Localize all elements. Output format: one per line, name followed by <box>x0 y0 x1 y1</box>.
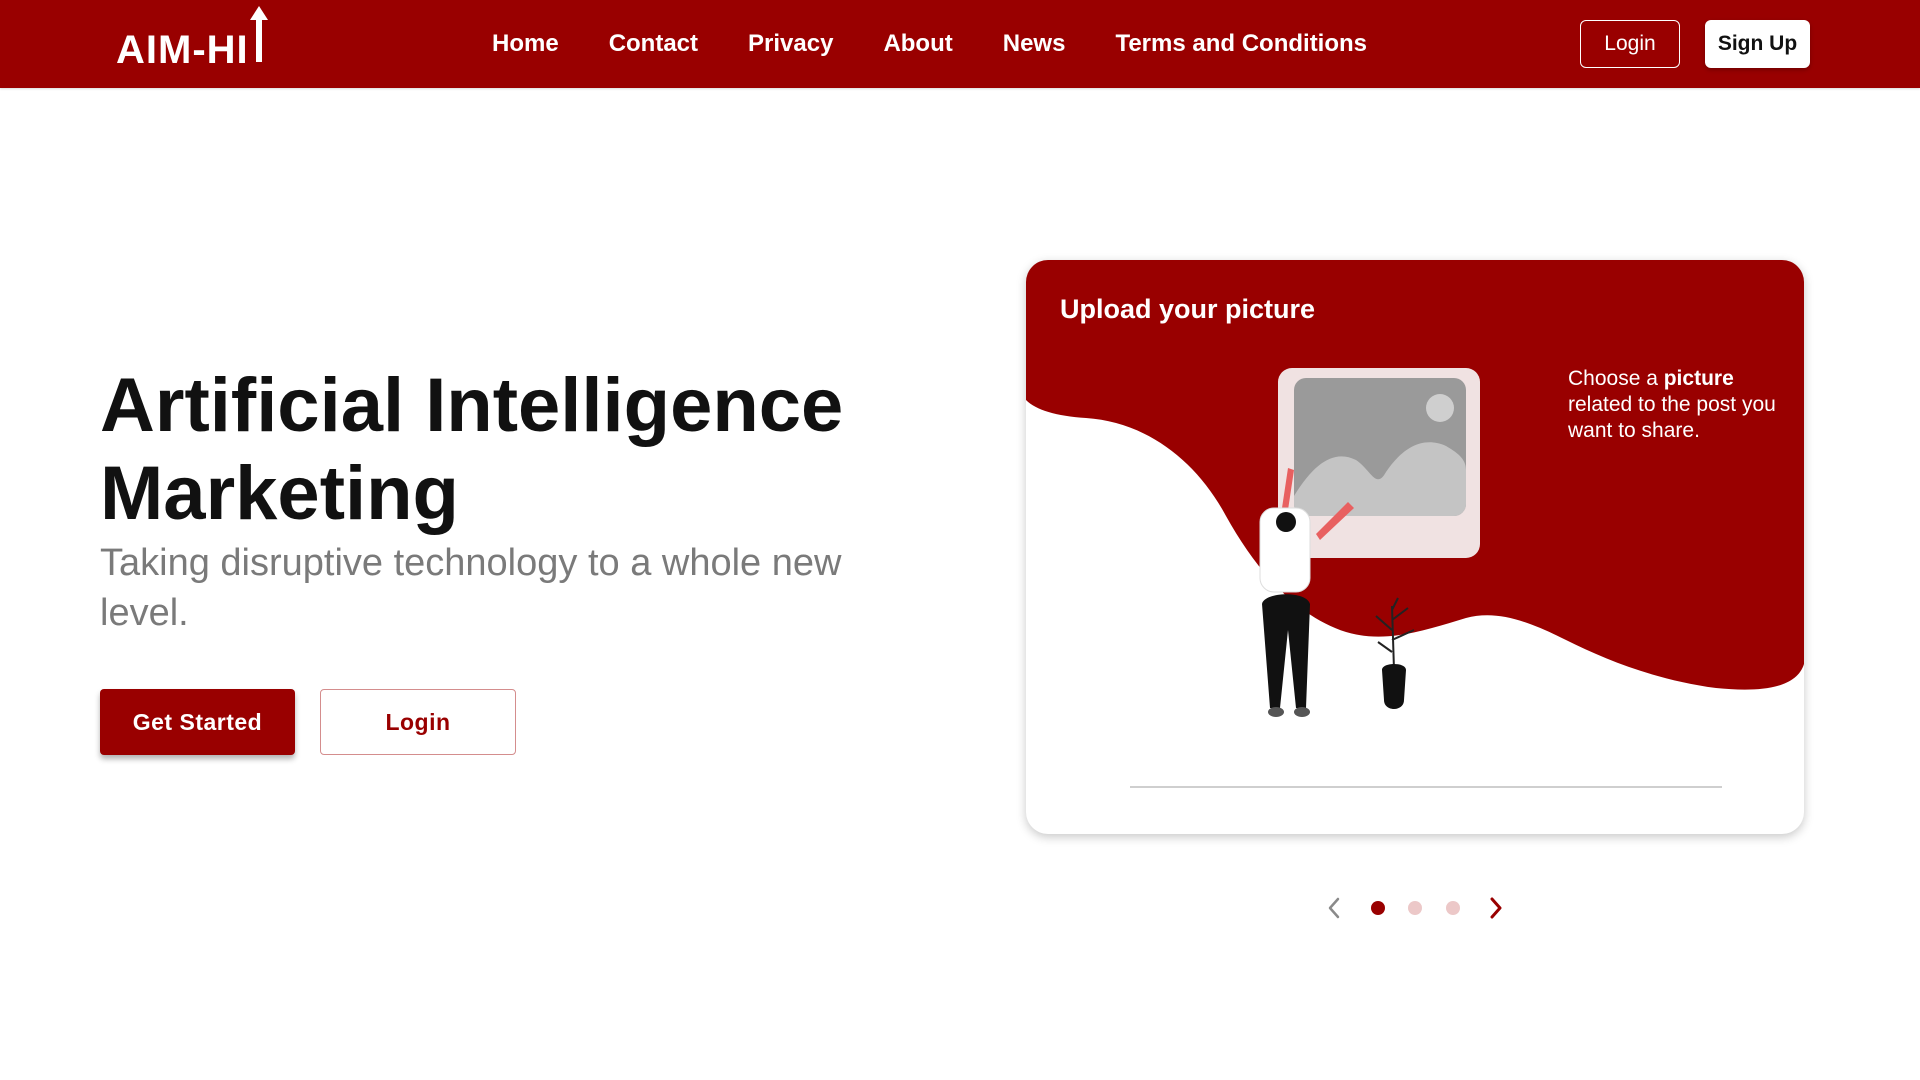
hero-title: Artificial Intelligence Marketing <box>100 362 860 538</box>
logo-text: AIM-HI <box>116 28 249 72</box>
carousel-dot-1[interactable] <box>1371 901 1385 915</box>
nav-link-terms[interactable]: Terms and Conditions <box>1115 30 1367 58</box>
carousel-slide-card: Upload your picture Choose a picture rel… <box>1026 260 1804 834</box>
hero-title-line2: Marketing <box>100 451 459 536</box>
nav-link-news[interactable]: News <box>1003 30 1066 58</box>
hero-title-line1: Artificial Intelligence <box>100 363 844 448</box>
nav-login-button[interactable]: Login <box>1580 20 1680 68</box>
nav-link-about[interactable]: About <box>883 30 952 58</box>
nav-link-contact[interactable]: Contact <box>609 30 698 58</box>
nav-link-home[interactable]: Home <box>492 30 559 58</box>
carousel-dot-2[interactable] <box>1408 901 1422 915</box>
top-navbar: AIM-HI Home Contact Privacy About News T… <box>0 0 1920 88</box>
chevron-right-icon <box>1490 897 1502 919</box>
nav-link-privacy[interactable]: Privacy <box>748 30 833 58</box>
hero-subtitle: Taking disruptive technology to a whole … <box>100 542 842 634</box>
get-started-button[interactable]: Get Started <box>100 689 295 755</box>
hero-login-button[interactable]: Login <box>320 689 516 755</box>
potted-plant <box>1375 597 1415 709</box>
carousel-next-button[interactable] <box>1484 894 1508 922</box>
logo[interactable]: AIM-HI <box>116 6 276 72</box>
logo-arrow-icon <box>250 6 268 62</box>
chevron-left-icon <box>1328 897 1340 919</box>
nav-signup-button[interactable]: Sign Up <box>1705 20 1810 68</box>
carousel-prev-button[interactable] <box>1322 894 1346 922</box>
upload-illustration <box>1259 368 1480 717</box>
nav-links: Home Contact Privacy About News Terms an… <box>492 0 1367 88</box>
carousel-dot-3[interactable] <box>1446 901 1460 915</box>
card-divider <box>1130 786 1722 788</box>
